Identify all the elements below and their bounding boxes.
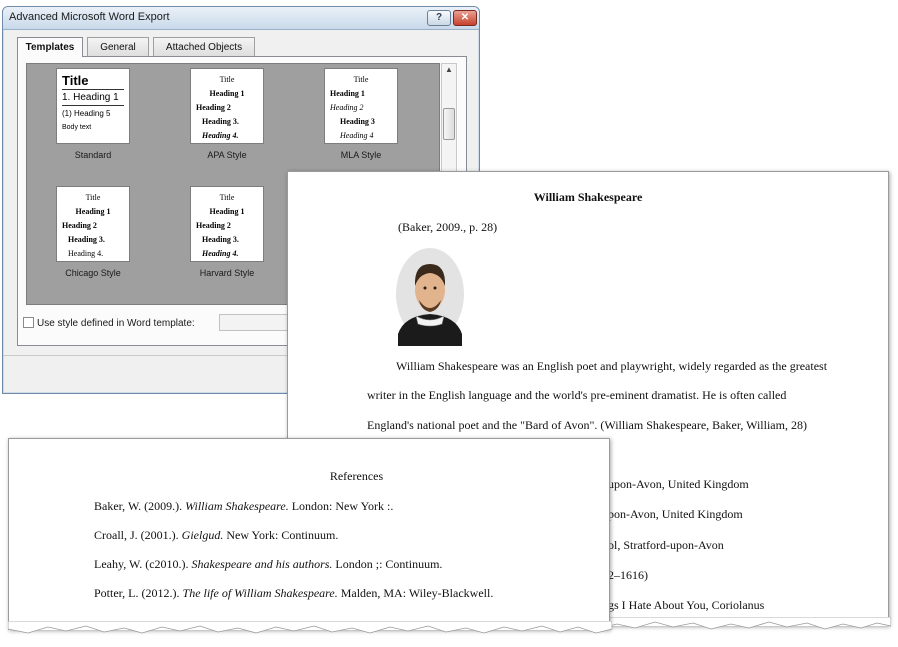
use-word-style-label: Use style defined in Word template: xyxy=(37,318,195,329)
template-preview: Title Heading 1 Heading 2 Heading 3 Head… xyxy=(324,68,398,144)
preview-line: 1. Heading 1 xyxy=(62,91,124,106)
body-line: pon-Avon, United Kingdom xyxy=(608,507,743,521)
preview-line: Heading 3. xyxy=(68,235,105,244)
template-label: APA Style xyxy=(207,150,247,160)
reference-authors: Potter, L. (2012.). xyxy=(94,586,183,600)
preview-line: Heading 1 xyxy=(209,207,245,216)
tab-general[interactable]: General xyxy=(87,37,149,57)
template-preview: Title 1. Heading 1 (1) Heading 5 Body te… xyxy=(56,68,130,144)
preview-line: Title xyxy=(353,75,369,84)
preview-line: Heading 3. xyxy=(202,117,239,126)
reference-publisher: Malden, MA: Wiley-Blackwell. xyxy=(337,586,494,600)
reference-authors: Leahy, W. (c2010.). xyxy=(94,557,192,571)
preview-line: Heading 4. xyxy=(202,249,239,258)
reference-authors: Croall, J. (2001.). xyxy=(94,528,182,542)
template-label: MLA Style xyxy=(340,150,382,160)
help-button[interactable]: ? xyxy=(427,10,451,26)
reference-entry: Potter, L. (2012.). The life of William … xyxy=(94,586,493,601)
template-label: Harvard Style xyxy=(199,268,255,278)
body-line: William Shakespeare was an English poet … xyxy=(396,359,828,373)
template-mla[interactable]: Title Heading 1 Heading 2 Heading 3 Head… xyxy=(321,68,401,160)
preview-line: Heading 2 xyxy=(330,103,364,112)
reference-title: The life of William Shakespeare. xyxy=(182,586,338,600)
tab-attached-objects[interactable]: Attached Objects xyxy=(153,37,255,57)
reference-title: William Shakespeare. xyxy=(185,499,289,513)
use-word-style-checkbox[interactable] xyxy=(23,317,34,328)
reference-publisher: New York: Continuum. xyxy=(223,528,339,542)
shakespeare-portrait-icon xyxy=(396,248,464,346)
template-preview: Title Heading 1 Heading 2 Heading 3. Hea… xyxy=(190,68,264,144)
preview-line: Heading 3. xyxy=(202,235,239,244)
reference-title: Gielgud. xyxy=(181,528,224,542)
preview-line: Heading 4. xyxy=(68,249,104,258)
preview-line: Heading 2 xyxy=(196,221,231,230)
dialog-title: Advanced Microsoft Word Export xyxy=(9,11,170,23)
preview-line: Body text xyxy=(62,124,92,131)
citation-text: (Baker, 2009., p. 28) xyxy=(398,220,498,234)
template-standard[interactable]: Title 1. Heading 1 (1) Heading 5 Body te… xyxy=(53,68,133,160)
body-line: ol, Stratford-upon-Avon xyxy=(608,538,724,552)
template-harvard[interactable]: Title Heading 1 Heading 2 Heading 3. Hea… xyxy=(187,186,267,278)
document-heading: William Shakespeare xyxy=(533,190,643,204)
preview-line: Heading 1 xyxy=(209,89,245,98)
scrollbar-thumb[interactable] xyxy=(443,108,455,140)
reference-authors: Baker, W. (2009.). xyxy=(94,499,186,513)
close-button[interactable]: ✕ xyxy=(453,10,477,26)
body-line: England's national poet and the "Bard of… xyxy=(367,418,807,432)
reference-entry: Croall, J. (2001.). Gielgud. New York: C… xyxy=(94,528,338,543)
preview-line: Heading 3 xyxy=(340,117,375,126)
preview-line: Heading 2 xyxy=(196,103,231,112)
body-line: gs I Hate About You, Coriolanus xyxy=(608,598,765,612)
template-apa[interactable]: Title Heading 1 Heading 2 Heading 3. Hea… xyxy=(187,68,267,160)
references-heading: References xyxy=(329,469,384,483)
preview-line: Heading 4 xyxy=(340,131,374,140)
reference-publisher: London ;: Continuum. xyxy=(332,557,443,571)
template-chicago[interactable]: Title Heading 1 Heading 2 Heading 3. Hea… xyxy=(53,186,133,278)
dialog-titlebar: Advanced Microsoft Word Export ? ✕ xyxy=(3,7,479,30)
body-line: writer in the English language and the w… xyxy=(367,388,787,402)
scroll-up-arrow-icon[interactable]: ▲ xyxy=(445,65,453,74)
tab-templates[interactable]: Templates xyxy=(17,37,83,57)
references-page: References Baker, W. (2009.). William Sh… xyxy=(8,438,612,634)
preview-line: Title xyxy=(85,193,101,202)
reference-publisher: London: New York :. xyxy=(288,499,394,513)
template-label: Standard xyxy=(74,150,112,160)
template-preview: Title Heading 1 Heading 2 Heading 3. Hea… xyxy=(190,186,264,262)
preview-line: Heading 2 xyxy=(62,221,97,230)
use-word-style-row[interactable]: Use style defined in Word template: xyxy=(23,317,195,329)
body-line: 2–1616) xyxy=(608,568,648,582)
preview-line: Heading 1 xyxy=(75,207,111,216)
template-label: Chicago Style xyxy=(65,268,121,278)
template-preview: Title Heading 1 Heading 2 Heading 3. Hea… xyxy=(56,186,130,262)
preview-line: Title xyxy=(219,75,235,84)
preview-line: (1) Heading 5 xyxy=(62,109,111,118)
reference-entry: Leahy, W. (c2010.). Shakespeare and his … xyxy=(94,557,442,572)
reference-title: Shakespeare and his authors. xyxy=(191,557,333,571)
preview-line: Heading 4. xyxy=(202,131,239,140)
preview-line: Title xyxy=(62,73,124,90)
preview-line: Title xyxy=(219,193,235,202)
torn-edge xyxy=(8,621,612,634)
preview-line: Heading 1 xyxy=(330,89,365,98)
reference-entry: Baker, W. (2009.). William Shakespeare. … xyxy=(94,499,393,514)
